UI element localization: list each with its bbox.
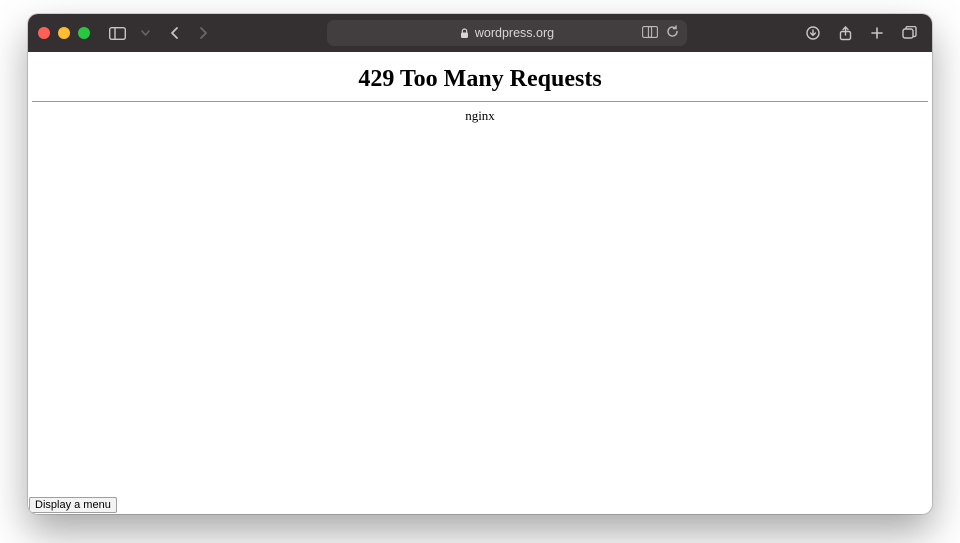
tab-overview-button[interactable] xyxy=(896,20,922,46)
lock-icon xyxy=(460,28,469,39)
address-text: wordpress.org xyxy=(475,26,554,40)
status-tooltip: Display a menu xyxy=(29,497,117,513)
error-page: 429 Too Many Requests nginx xyxy=(28,52,932,124)
browser-window: wordpress.org xyxy=(28,14,932,514)
new-tab-button[interactable] xyxy=(864,20,890,46)
toolbar-right-group xyxy=(800,20,922,46)
reload-button[interactable] xyxy=(666,25,679,41)
close-window-button[interactable] xyxy=(38,27,50,39)
share-button[interactable] xyxy=(832,20,858,46)
downloads-button[interactable] xyxy=(800,20,826,46)
divider xyxy=(32,101,928,102)
reader-icon[interactable] xyxy=(642,26,658,41)
error-heading: 429 Too Many Requests xyxy=(28,66,932,93)
window-controls xyxy=(38,27,90,39)
minimize-window-button[interactable] xyxy=(58,27,70,39)
forward-button[interactable] xyxy=(190,20,216,46)
browser-toolbar: wordpress.org xyxy=(28,14,932,52)
address-bar-container: wordpress.org xyxy=(327,20,687,46)
address-bar[interactable]: wordpress.org xyxy=(327,20,687,46)
page-content: 429 Too Many Requests nginx Display a me… xyxy=(28,52,932,514)
sidebar-toggle-button[interactable] xyxy=(104,20,130,46)
server-name: nginx xyxy=(28,108,932,124)
back-button[interactable] xyxy=(162,20,188,46)
fullscreen-window-button[interactable] xyxy=(78,27,90,39)
nav-buttons xyxy=(162,20,216,46)
chevron-down-icon[interactable] xyxy=(138,20,152,46)
